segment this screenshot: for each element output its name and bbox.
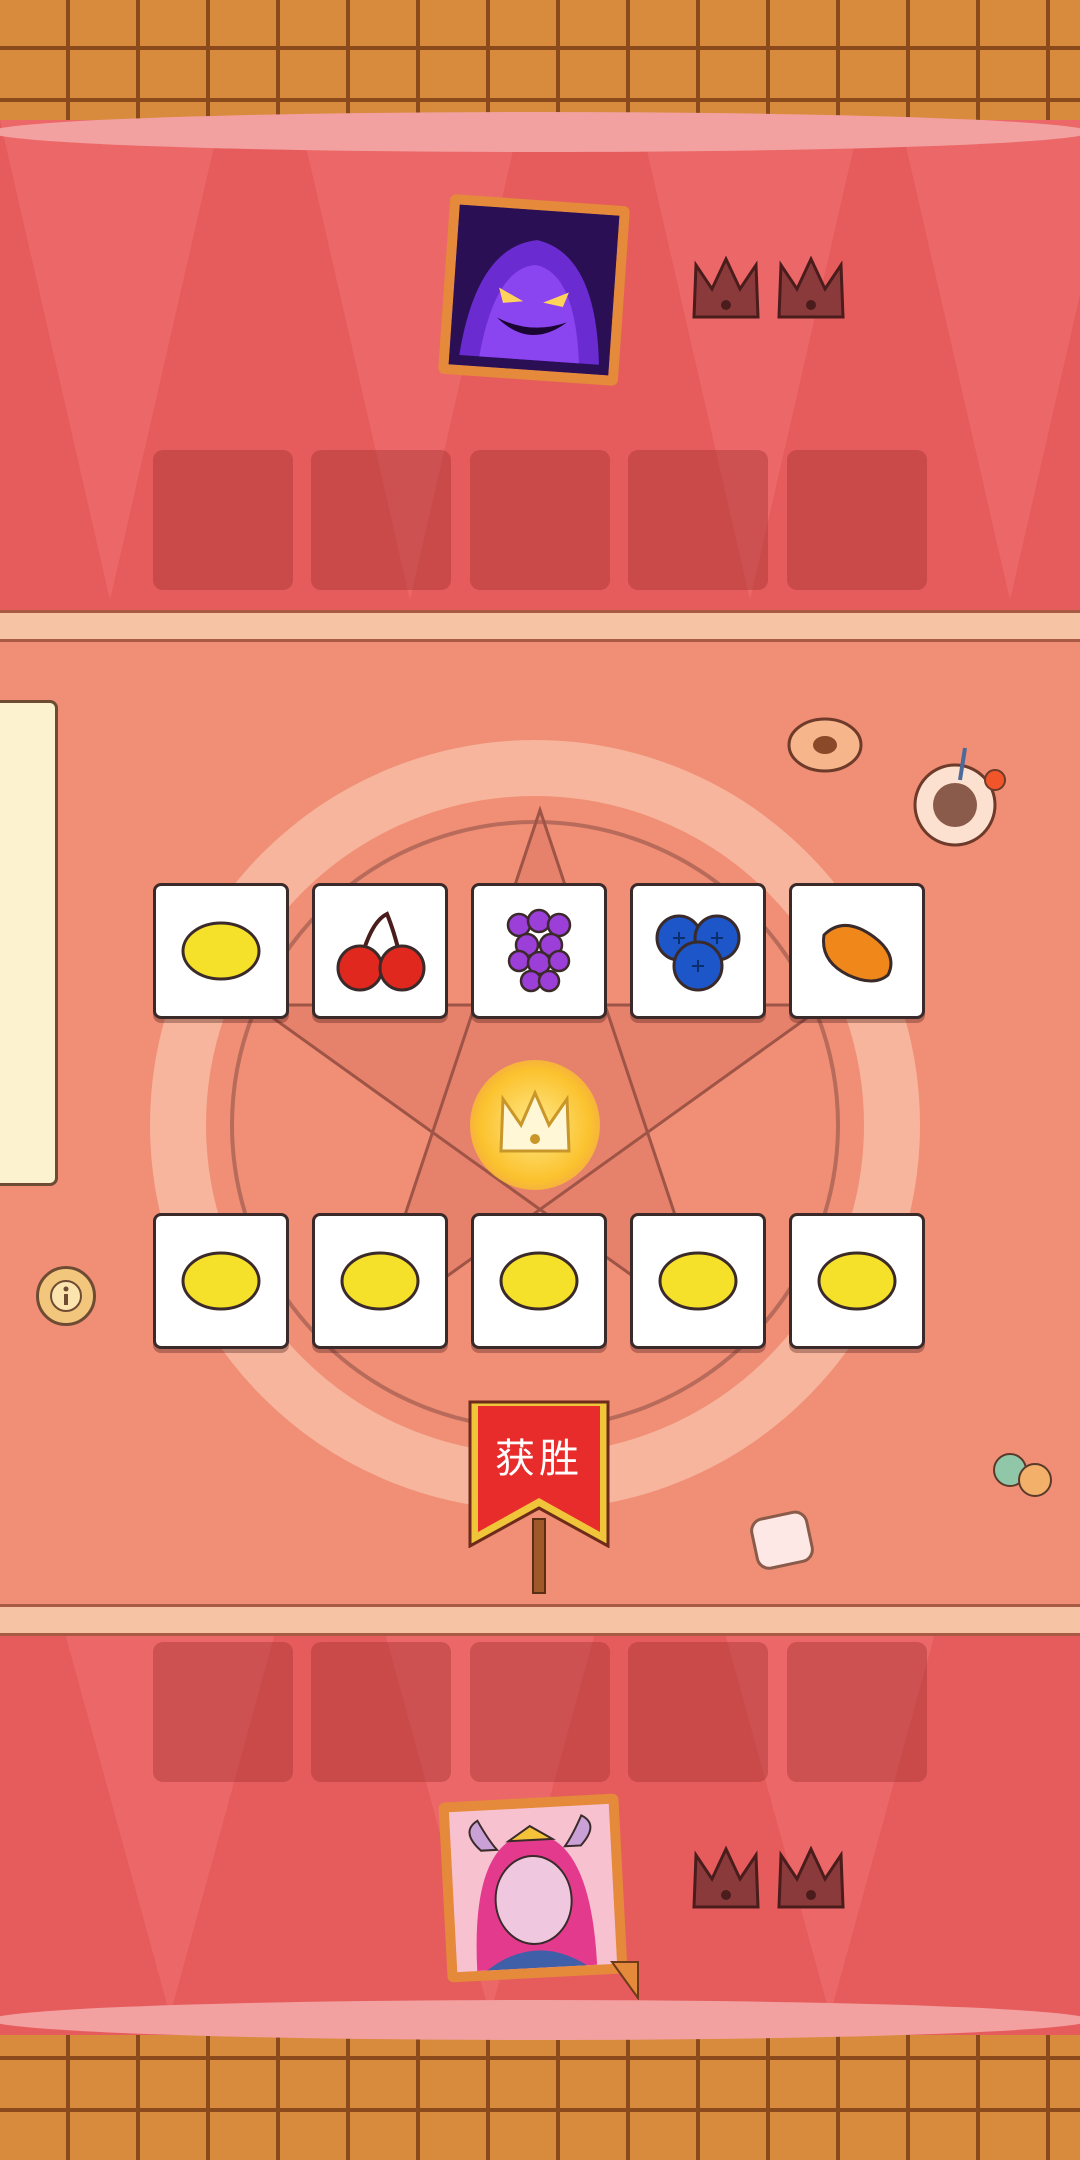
info-button[interactable] <box>36 1266 96 1326</box>
opponent-slot-1 <box>153 450 293 590</box>
bottom-scallop-edge <box>0 2000 1080 2040</box>
scroll-decoration <box>0 700 58 1186</box>
board-card-bottom-2[interactable] <box>312 1213 448 1349</box>
opponent-slot-3 <box>470 450 610 590</box>
player-crown-icon-1 <box>692 1845 760 1909</box>
player-slot-4 <box>628 1642 768 1782</box>
board-card-top-2[interactable] <box>312 883 448 1019</box>
board-card-bottom-4[interactable] <box>630 1213 766 1349</box>
orange-icon <box>822 924 893 983</box>
glowing-crown-icon <box>499 1089 571 1153</box>
opponent-slot-2 <box>311 450 451 590</box>
victory-banner: 获胜 <box>464 1398 614 1594</box>
player-avatar[interactable] <box>438 1793 628 1983</box>
player-slot-2 <box>311 1642 451 1782</box>
opponent-avatar[interactable] <box>437 193 631 387</box>
tea-cup-icon <box>913 747 1006 847</box>
victory-label: 获胜 <box>495 1436 583 1482</box>
lemon-icon <box>181 921 261 981</box>
player-slot-3 <box>470 1642 610 1782</box>
lemon-icon <box>181 1251 261 1311</box>
pink-hair-horned-girl-portrait-icon <box>448 1803 618 1973</box>
top-scallop-edge <box>0 112 1080 152</box>
opponent-crown-icon-2 <box>777 255 845 319</box>
lemon-icon <box>499 1251 579 1311</box>
board-card-top-1[interactable] <box>153 883 289 1019</box>
lemon-icon <box>658 1251 738 1311</box>
opponent-crown-icon-1 <box>692 255 760 319</box>
lemon-icon <box>817 1251 897 1311</box>
board-card-top-3[interactable] <box>471 883 607 1019</box>
info-icon <box>50 1280 82 1312</box>
donut-icon <box>787 717 863 773</box>
marshmallow-icon <box>750 1510 814 1570</box>
board-card-bottom-1[interactable] <box>153 1213 289 1349</box>
cherry-icon <box>336 911 426 992</box>
center-crown-glow <box>470 1060 600 1190</box>
player-slot-5 <box>787 1642 927 1782</box>
board-card-bottom-5[interactable] <box>789 1213 925 1349</box>
player-slot-1 <box>153 1642 293 1782</box>
board-card-bottom-3[interactable] <box>471 1213 607 1349</box>
opponent-slot-4 <box>628 450 768 590</box>
table-rail-bottom <box>0 1604 1080 1636</box>
grape-icon <box>506 908 572 993</box>
shadow-demon-portrait-icon <box>448 204 620 376</box>
board-card-top-4[interactable] <box>630 883 766 1019</box>
lemon-icon <box>340 1251 420 1311</box>
blueberry-icon <box>655 914 741 992</box>
player-crown-icon-2 <box>777 1845 845 1909</box>
table-rail-top <box>0 610 1080 642</box>
coins-icon <box>993 1453 1052 1497</box>
portrait-corner-tab-icon <box>610 1961 639 2000</box>
board-card-top-5[interactable] <box>789 883 925 1019</box>
opponent-slot-5 <box>787 450 927 590</box>
